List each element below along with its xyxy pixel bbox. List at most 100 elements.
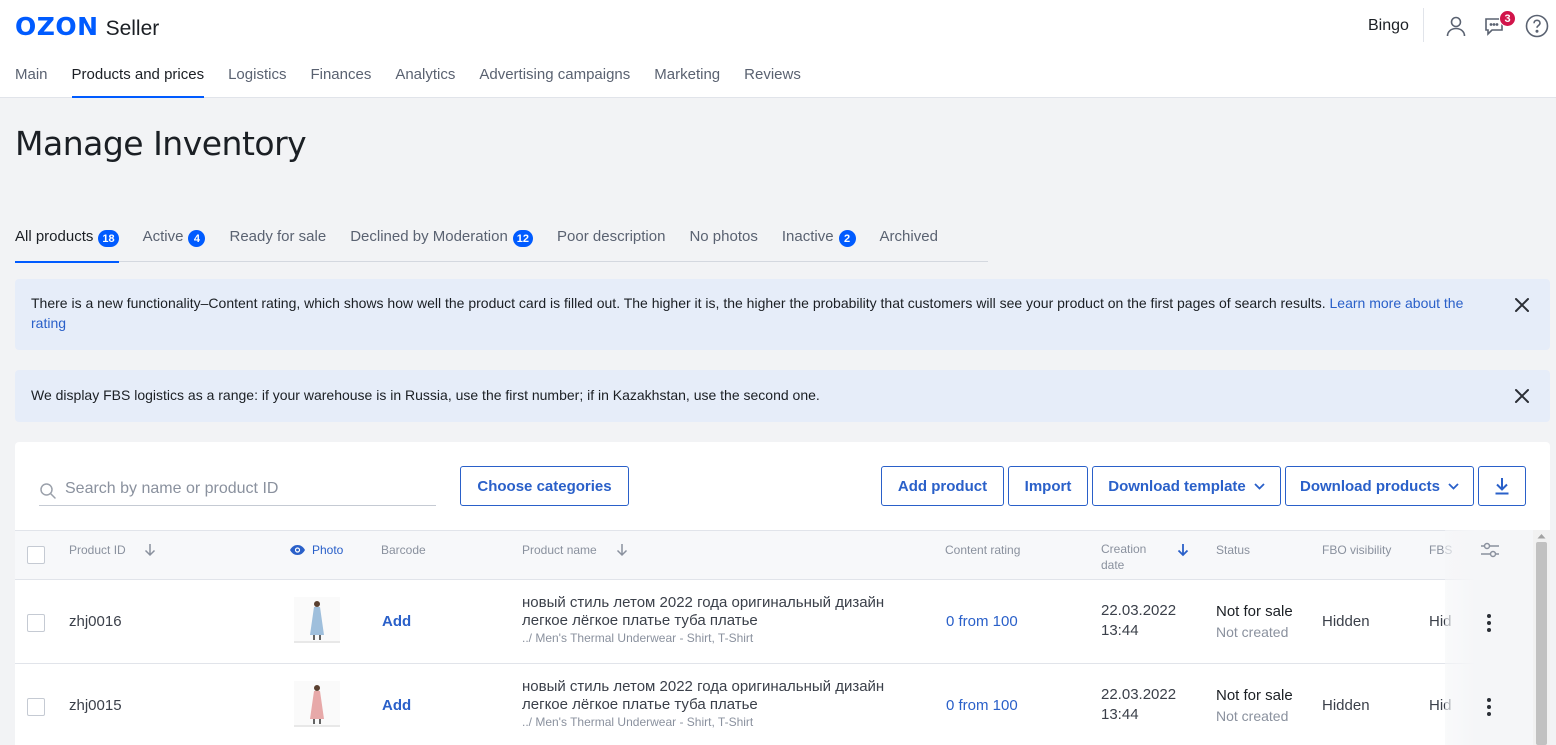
substatus-text: Not created [1216,624,1289,640]
chevron-down-icon [1254,482,1265,490]
tab-all-products[interactable]: All products 18 [15,228,119,263]
tab-active[interactable]: Active 4 [143,228,206,262]
product-name-line2: легкое лёгкое платье туба платье [522,612,758,629]
nav-main[interactable]: Main [15,66,48,98]
more-options-icon[interactable] [1485,613,1493,633]
table-scrollbar[interactable] [1533,530,1550,745]
chevron-down-icon [1448,482,1459,490]
nav-marketing[interactable]: Marketing [654,66,720,98]
tab-label: Declined by Moderation [350,228,508,245]
table-row[interactable]: zhj0016 Add новый стиль летом 2022 года … [15,580,1533,664]
button-label: Import [1024,477,1072,495]
header-divider [1423,8,1424,42]
tab-no-photos[interactable]: No photos [689,228,757,262]
row-checkbox[interactable] [27,614,45,632]
tab-count-badge: 4 [188,230,206,247]
creation-date-day: 22.03.2022 [1101,602,1177,619]
col-product-name[interactable]: Product name [522,542,597,558]
status-text: Not for sale [1216,603,1293,620]
tab-count-badge: 2 [838,230,856,247]
table-header: Product ID Photo Barcode Product name Co… [15,530,1533,580]
nav-reviews[interactable]: Reviews [744,66,801,98]
product-status-tabs: All products 18 Active 4 Ready for sale … [15,228,988,263]
column-settings-icon[interactable] [1480,542,1500,558]
product-name-line2: легкое лёгкое платье туба платье [522,696,758,713]
top-header: OZON Seller Bingo 3 Main Products and pr… [0,0,1556,98]
search-input[interactable] [65,480,425,498]
nav-analytics[interactable]: Analytics [395,66,455,98]
add-product-button[interactable]: Add product [881,466,1004,506]
content-rating-link[interactable]: 0 from 100 [946,697,1018,714]
content-rating-link[interactable]: 0 from 100 [946,613,1018,630]
page-title: Manage Inventory [15,124,307,163]
tab-ready-for-sale[interactable]: Ready for sale [229,228,326,262]
tab-inactive[interactable]: Inactive 2 [782,228,856,262]
creation-date-day: 22.03.2022 [1101,686,1177,703]
add-barcode-link[interactable]: Add [382,613,411,630]
profile-icon[interactable] [1443,13,1469,39]
download-button[interactable] [1478,466,1526,506]
nav-finances[interactable]: Finances [310,66,371,98]
tab-label: Active [142,228,184,245]
product-name[interactable]: новый стиль летом 2022 года оригинальный… [522,594,884,646]
help-icon[interactable] [1524,13,1550,39]
tab-label: Archived [879,228,938,245]
tab-poor-description[interactable]: Poor description [557,228,665,262]
col-creation-date-line2: date [1101,558,1125,572]
close-icon[interactable] [1514,388,1530,404]
col-fbo-visibility: FBO visibility [1322,543,1392,557]
sort-arrow-icon[interactable] [616,543,628,557]
col-photo-label: Photo [312,543,344,557]
nav-advertising-campaigns[interactable]: Advertising campaigns [479,66,630,98]
product-id: zhj0016 [69,613,122,630]
product-photo[interactable] [294,597,340,643]
col-creation-date-line1: Creation [1101,542,1147,556]
tab-count-badge: 12 [512,230,534,247]
tab-label: Ready for sale [229,228,327,245]
choose-categories-button[interactable]: Choose categories [460,466,629,506]
main-nav: Main Products and prices Logistics Finan… [15,66,825,98]
download-template-button[interactable]: Download template [1092,466,1281,506]
product-category: ../ Men's Thermal Underwear - Shirt, T-S… [522,631,754,645]
col-creation-date[interactable]: Creation date [1101,541,1146,573]
table-row[interactable]: zhj0015 Add новый стиль летом 2022 года … [15,664,1533,745]
creation-date: 22.03.2022 13:44 [1101,685,1176,725]
notice-text: There is a new functionality–Content rat… [31,295,1326,311]
row-checkbox[interactable] [27,698,45,716]
tab-label: Inactive [781,228,834,245]
scroll-up-arrow-icon[interactable] [1537,533,1546,539]
tab-declined-by-moderation[interactable]: Declined by Moderation 12 [350,228,534,262]
button-label: Add product [897,477,988,495]
creation-date: 22.03.2022 13:44 [1101,601,1176,641]
col-photo[interactable]: Photo [289,542,343,558]
notice-text: We display FBS logistics as a range: if … [31,387,820,403]
download-products-button[interactable]: Download products [1285,466,1474,506]
sort-arrow-active-icon[interactable] [1177,543,1189,557]
scrollbar-thumb[interactable] [1536,542,1547,745]
product-photo[interactable] [294,681,340,727]
creation-date-time: 13:44 [1101,706,1139,723]
close-icon[interactable] [1514,297,1530,313]
eye-icon [290,545,305,555]
sort-arrow-icon[interactable] [144,543,156,557]
button-label: Download template [1108,477,1246,495]
tab-archived[interactable]: Archived [880,228,938,262]
product-status: Not for sale Not created [1216,686,1293,726]
button-label: Choose categories [477,477,612,495]
user-name[interactable]: Bingo [1368,17,1409,35]
col-product-id[interactable]: Product ID [69,542,126,558]
product-category: ../ Men's Thermal Underwear - Shirt, T-S… [522,715,754,729]
product-photo-image [294,681,340,727]
import-button[interactable]: Import [1008,466,1088,506]
creation-date-time: 13:44 [1101,622,1139,639]
tab-count-badge: 18 [98,230,119,247]
nav-products-and-prices[interactable]: Products and prices [71,66,204,98]
product-name-line1: новый стиль летом 2022 года оригинальный… [522,678,885,695]
ozon-seller-logo[interactable]: OZON Seller [15,12,159,41]
chat-badge: 3 [1499,10,1516,27]
select-all-checkbox[interactable] [27,546,45,564]
more-options-icon[interactable] [1485,697,1493,717]
add-barcode-link[interactable]: Add [382,697,411,714]
nav-logistics[interactable]: Logistics [228,66,286,98]
product-name[interactable]: новый стиль летом 2022 года оригинальный… [522,678,884,730]
